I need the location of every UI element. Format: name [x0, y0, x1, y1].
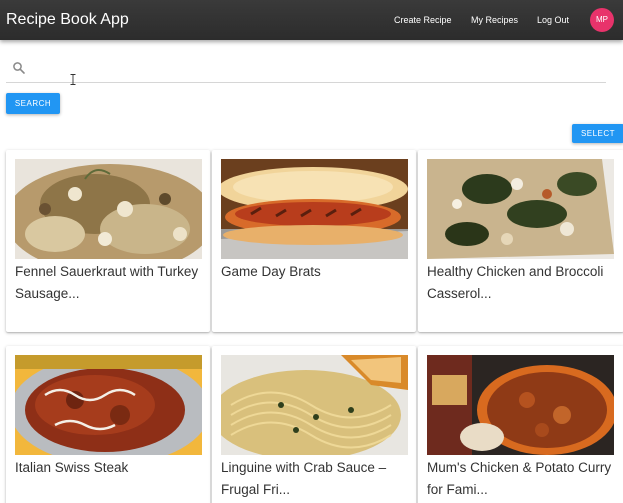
- recipe-image[interactable]: [427, 355, 614, 455]
- recipe-card[interactable]: Fennel Sauerkraut with Turkey Sausage...: [6, 150, 210, 332]
- recipe-name[interactable]: Healthy Chicken and Broccoli Casserol...: [427, 261, 617, 305]
- recipe-image[interactable]: [15, 159, 202, 259]
- nav-log-out[interactable]: Log Out: [537, 15, 569, 25]
- recipe-image[interactable]: [221, 355, 408, 455]
- app-bar: Recipe Book App Create Recipe My Recipes…: [0, 0, 623, 40]
- search-input[interactable]: [34, 58, 594, 80]
- avatar[interactable]: MP: [590, 8, 614, 32]
- recipe-name[interactable]: Fennel Sauerkraut with Turkey Sausage...: [15, 261, 205, 305]
- text-cursor-icon: [70, 72, 76, 85]
- search-field[interactable]: [6, 58, 606, 85]
- recipe-name[interactable]: Game Day Brats: [221, 261, 411, 283]
- search-icon: [12, 61, 26, 75]
- recipe-card[interactable]: Italian Swiss Steak: [6, 346, 210, 503]
- nav-create-recipe[interactable]: Create Recipe: [394, 15, 452, 25]
- app-title[interactable]: Recipe Book App: [6, 11, 129, 29]
- select-button[interactable]: SELECT: [572, 124, 623, 143]
- recipe-name[interactable]: Italian Swiss Steak: [15, 457, 205, 479]
- recipe-card[interactable]: Game Day Brats: [212, 150, 416, 332]
- recipe-card[interactable]: Linguine with Crab Sauce – Frugal Fri...: [212, 346, 416, 503]
- search-button[interactable]: SEARCH: [6, 93, 60, 114]
- recipe-name[interactable]: Mum's Chicken & Potato Curry for Fami...: [427, 457, 617, 501]
- recipe-image[interactable]: [15, 355, 202, 455]
- recipe-card[interactable]: Mum's Chicken & Potato Curry for Fami...: [418, 346, 623, 503]
- nav-my-recipes[interactable]: My Recipes: [471, 15, 518, 25]
- recipe-image[interactable]: [221, 159, 408, 259]
- recipe-card[interactable]: Healthy Chicken and Broccoli Casserol...: [418, 150, 623, 332]
- recipe-name[interactable]: Linguine with Crab Sauce – Frugal Fri...: [221, 457, 411, 501]
- recipe-image[interactable]: [427, 159, 614, 259]
